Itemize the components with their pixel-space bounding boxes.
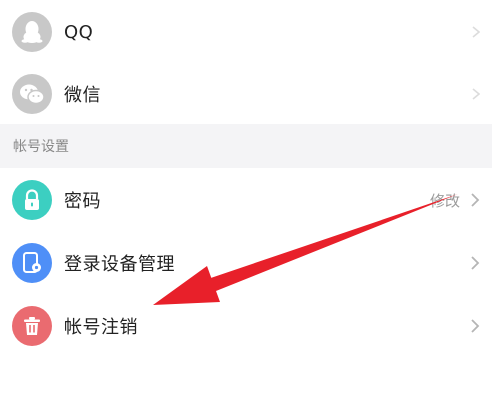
section-title: 帐号设置 xyxy=(13,139,69,155)
chevron-right-icon xyxy=(472,88,480,100)
section-header: 帐号设置 xyxy=(0,124,492,168)
chevron-right-icon xyxy=(471,193,480,207)
chevron-right-icon xyxy=(471,256,480,270)
setting-row-device-management[interactable]: 登录设备管理 xyxy=(0,231,492,295)
account-settings-screen: QQ 微信 帐号设置 密码 修改 登录设备管理 帐号注销 xyxy=(0,0,492,401)
bound-account-wechat-label: 微信 xyxy=(64,85,101,106)
setting-row-account-deletion[interactable]: 帐号注销 xyxy=(0,294,492,358)
bound-account-qq-label: QQ xyxy=(64,21,94,43)
chevron-right-icon xyxy=(471,319,480,333)
setting-label-device-management: 登录设备管理 xyxy=(64,254,175,275)
modify-link[interactable]: 修改 xyxy=(430,190,460,211)
setting-row-password[interactable]: 密码 修改 xyxy=(0,168,492,232)
chevron-right-icon xyxy=(472,26,480,38)
qq-penguin-icon xyxy=(12,12,52,52)
trash-icon xyxy=(12,306,52,346)
lock-icon xyxy=(12,180,52,220)
bound-account-wechat-row[interactable]: 微信 xyxy=(0,62,492,126)
setting-label-account-deletion: 帐号注销 xyxy=(64,317,138,338)
device-manage-icon xyxy=(12,243,52,283)
wechat-icon xyxy=(12,74,52,114)
setting-label-password: 密码 xyxy=(64,191,101,212)
bound-account-qq-row[interactable]: QQ xyxy=(0,0,492,64)
